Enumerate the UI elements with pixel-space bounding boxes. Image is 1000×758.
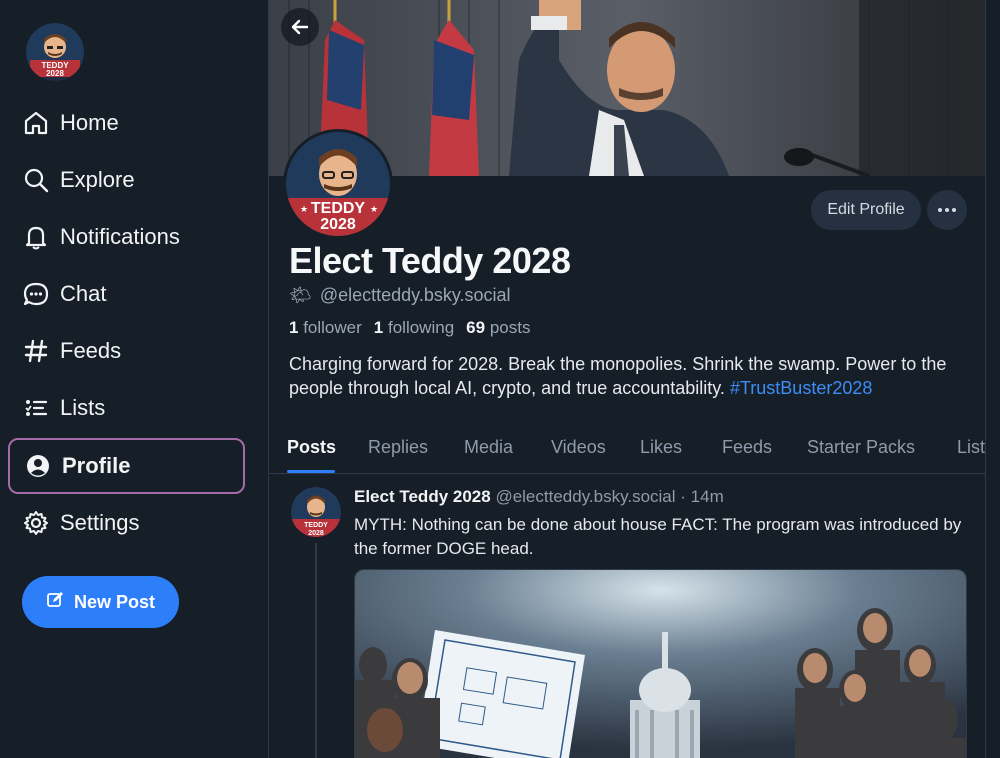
svg-text:TEDDY: TEDDY	[311, 200, 366, 217]
sidebar-item-label: Chat	[60, 281, 107, 306]
bio-hashtag-link[interactable]: #TrustBuster2028	[730, 378, 872, 398]
tab-lists[interactable]: Lists	[957, 420, 985, 474]
profile-display-name: Elect Teddy 2028	[289, 240, 571, 281]
post-author-handle[interactable]: @electteddy.bsky.social	[495, 487, 675, 506]
tab-videos[interactable]: Videos	[551, 420, 606, 474]
sidebar-item-label: Profile	[62, 453, 131, 478]
profile-handle-row: 🌤 @electteddy.bsky.social	[289, 285, 511, 306]
sidebar-item-feeds[interactable]: Feeds	[8, 323, 245, 379]
sidebar-avatar[interactable]: TEDDY 2028	[26, 23, 84, 81]
new-post-button[interactable]: New Post	[22, 576, 179, 628]
bell-icon	[22, 223, 50, 251]
post-separator: ·	[680, 487, 686, 506]
sidebar-item-lists[interactable]: Lists	[8, 380, 245, 436]
post-text: MYTH: Nothing can be done about house FA…	[354, 515, 962, 558]
sidebar-item-label: Settings	[60, 510, 140, 535]
profile-tabs: Posts Replies Media Videos Likes Feeds S…	[269, 420, 985, 474]
avatar-image: TEDDY 2028	[26, 23, 84, 81]
list-icon	[22, 394, 50, 422]
posts-count: 69	[466, 318, 486, 337]
tab-feeds[interactable]: Feeds	[722, 420, 772, 474]
tab-posts[interactable]: Posts	[287, 420, 336, 474]
user-circle-icon	[24, 452, 52, 480]
back-button[interactable]	[281, 8, 319, 46]
followers-stat[interactable]: 1 follower	[289, 318, 362, 338]
avatar-image: ★ ★ TEDDY 2028	[286, 132, 390, 236]
post-author-avatar[interactable]: TEDDY 2028	[291, 487, 341, 537]
sidebar-item-label: Notifications	[60, 224, 180, 249]
sidebar-item-label: Home	[60, 110, 119, 135]
svg-text:★: ★	[300, 204, 308, 214]
sidebar-item-settings[interactable]: Settings	[8, 495, 245, 551]
profile-avatar[interactable]: ★ ★ TEDDY 2028	[283, 129, 393, 239]
ellipsis-icon	[938, 208, 956, 212]
svg-text:2028: 2028	[308, 530, 324, 537]
chat-bubble-icon	[22, 280, 50, 308]
new-post-label: New Post	[73, 591, 156, 612]
svg-text:TEDDY: TEDDY	[304, 522, 328, 529]
sidebar: TEDDY 2028 Home Explore Notifications Ch…	[0, 0, 268, 758]
profile-handle: @electteddy.bsky.social	[319, 285, 511, 305]
feed-post[interactable]: TEDDY 2028 Elect Teddy 2028 @electteddy.…	[269, 475, 985, 758]
compose-icon	[46, 591, 64, 614]
hash-icon	[22, 337, 50, 365]
posts-label: posts	[489, 318, 531, 337]
sidebar-item-profile[interactable]: Profile	[8, 438, 245, 494]
post-image[interactable]	[354, 569, 967, 758]
followers-count: 1	[289, 318, 299, 337]
sidebar-item-label: Lists	[60, 395, 106, 420]
page-scrollbar[interactable]	[986, 0, 1000, 758]
tab-replies[interactable]: Replies	[368, 420, 428, 474]
post-author-name[interactable]: Elect Teddy 2028	[354, 487, 491, 506]
profile-main-column: ★ ★ TEDDY 2028 Edit Profile Elect Teddy 2…	[268, 0, 986, 758]
arrow-left-icon	[291, 19, 309, 35]
thread-line	[315, 543, 317, 758]
sidebar-item-label: Feeds	[60, 338, 122, 363]
search-icon	[22, 166, 50, 194]
avatar-image: TEDDY 2028	[291, 487, 341, 537]
tab-media[interactable]: Media	[464, 420, 513, 474]
sidebar-item-notifications[interactable]: Notifications	[8, 209, 245, 265]
following-count: 1	[373, 318, 384, 337]
edit-profile-button[interactable]: Edit Profile	[811, 190, 921, 230]
post-timestamp[interactable]: 14m	[691, 487, 724, 506]
post-header: Elect Teddy 2028 @electteddy.bsky.social…	[354, 487, 724, 507]
app-window: TEDDY 2028 Home Explore Notifications Ch…	[0, 0, 1000, 758]
gear-icon	[22, 509, 50, 537]
profile-stats: 1 follower 1 following 69 posts	[289, 318, 530, 338]
following-stat[interactable]: 1 following	[374, 318, 454, 338]
tab-starter-packs[interactable]: Starter Packs	[807, 420, 915, 474]
tab-likes[interactable]: Likes	[640, 420, 682, 474]
following-label: following	[388, 318, 455, 337]
profile-bio: Charging forward for 2028. Break the mon…	[289, 352, 969, 400]
more-options-button[interactable]	[927, 190, 967, 230]
sidebar-item-chat[interactable]: Chat	[8, 266, 245, 322]
active-tab-indicator	[287, 470, 335, 473]
svg-text:★: ★	[370, 204, 378, 214]
sidebar-item-label: Explore	[60, 167, 135, 192]
svg-text:2028: 2028	[320, 216, 356, 233]
sidebar-item-explore[interactable]: Explore	[8, 152, 245, 208]
sidebar-item-home[interactable]: Home	[8, 95, 245, 151]
followers-label: follower	[303, 318, 362, 337]
svg-text:2028: 2028	[46, 69, 64, 78]
home-icon	[22, 109, 50, 137]
weather-emoji-icon: 🌤	[289, 285, 312, 305]
posts-stat: 69 posts	[466, 318, 530, 338]
